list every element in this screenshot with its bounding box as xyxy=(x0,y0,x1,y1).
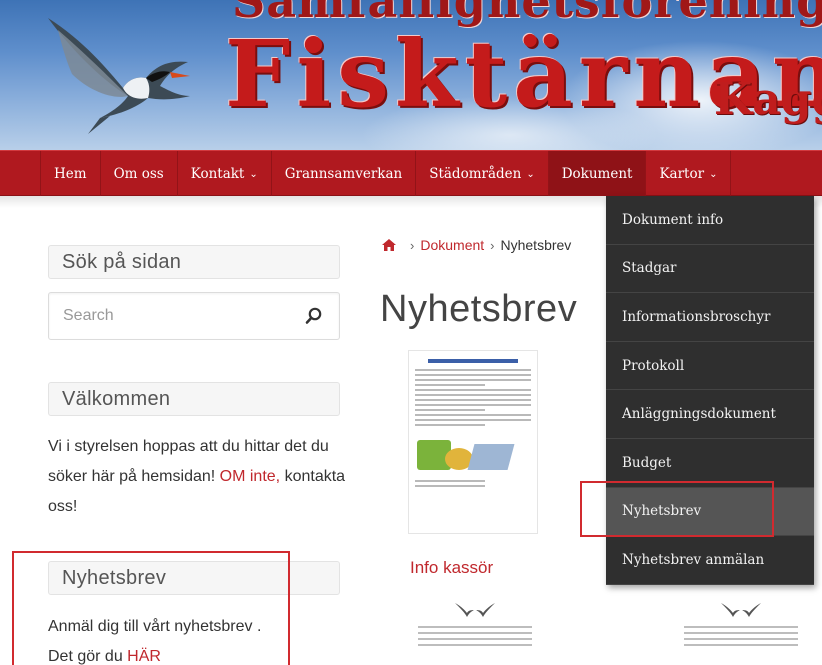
chevron-down-icon: ⌄ xyxy=(526,168,535,180)
welcome-text: Vi i styrelsen hoppas att du hittar det … xyxy=(48,432,348,522)
nav-item-label: Kartor xyxy=(659,166,705,182)
nav-item-om-oss[interactable]: Om oss xyxy=(99,151,177,197)
tern-bird-icon xyxy=(742,603,761,617)
home-icon[interactable] xyxy=(382,239,396,251)
page-title: Nyhetsbrev xyxy=(380,288,578,330)
nav-item-grannsamverkan[interactable]: Grannsamverkan xyxy=(270,151,415,197)
main-navigation: Hem Om oss Kontakt ⌄ Grannsamverkan Städo… xyxy=(0,150,822,197)
menu-item-nyhetsbrev-anmalan[interactable]: Nyhetsbrev anmälan xyxy=(606,536,814,585)
chevron-down-icon: ⌄ xyxy=(249,168,258,180)
nav-item-label: Om oss xyxy=(113,166,164,182)
nav-item-label: Städområden xyxy=(429,166,522,182)
money-illustration xyxy=(415,434,531,474)
highlight-box-menu-item xyxy=(580,481,774,537)
welcome-widget-title: Välkommen xyxy=(48,382,340,416)
breadcrumb-link-dokument[interactable]: Dokument xyxy=(420,237,484,253)
menu-item-protokoll[interactable]: Protokoll xyxy=(606,342,814,391)
tern-bird-icon xyxy=(455,603,474,617)
document-preview[interactable] xyxy=(410,600,540,660)
tern-bird-icon xyxy=(476,603,495,617)
chevron-down-icon: ⌄ xyxy=(709,168,718,180)
site-brand-suffix: Kagg xyxy=(714,74,822,125)
nav-item-label: Hem xyxy=(54,166,87,182)
nav-item-dokument[interactable]: Dokument xyxy=(547,151,646,197)
document-preview[interactable] xyxy=(676,600,806,660)
menu-item-dokument-info[interactable]: Dokument info xyxy=(606,196,814,245)
tern-bird-logo xyxy=(48,18,190,134)
newsletter-document-thumbnail[interactable] xyxy=(408,350,538,534)
nav-item-hem[interactable]: Hem xyxy=(40,151,100,197)
nav-item-stadomraden[interactable]: Städområden ⌄ xyxy=(415,151,548,197)
nav-item-kontakt[interactable]: Kontakt ⌄ xyxy=(176,151,271,197)
search-icon[interactable] xyxy=(305,307,323,325)
breadcrumb: › Dokument › Nyhetsbrev xyxy=(382,237,571,253)
highlight-box-newsletter xyxy=(12,551,290,665)
breadcrumb-separator: › xyxy=(490,237,495,253)
search-input[interactable] xyxy=(49,293,289,339)
welcome-link[interactable]: OM inte, xyxy=(220,468,280,485)
breadcrumb-separator: › xyxy=(410,237,415,253)
search-field xyxy=(48,292,340,340)
info-kassor-link[interactable]: Info kassör xyxy=(410,558,493,578)
menu-item-informationsbroschyr[interactable]: Informationsbroschyr xyxy=(606,293,814,342)
nav-item-kartor[interactable]: Kartor ⌄ xyxy=(645,151,732,197)
menu-item-stadgar[interactable]: Stadgar xyxy=(606,245,814,294)
breadcrumb-current: Nyhetsbrev xyxy=(500,237,572,253)
nav-item-label: Kontakt xyxy=(190,166,245,182)
nav-item-label: Grannsamverkan xyxy=(284,166,403,182)
menu-item-anlaggningsdokument[interactable]: Anläggningsdokument xyxy=(606,390,814,439)
nav-item-label: Dokument xyxy=(561,166,633,182)
search-widget-title: Sök på sidan xyxy=(48,245,340,279)
header-banner: Samfällighetsföreningen Fisktärnan Kagg xyxy=(0,0,822,150)
tern-bird-icon xyxy=(721,603,740,617)
